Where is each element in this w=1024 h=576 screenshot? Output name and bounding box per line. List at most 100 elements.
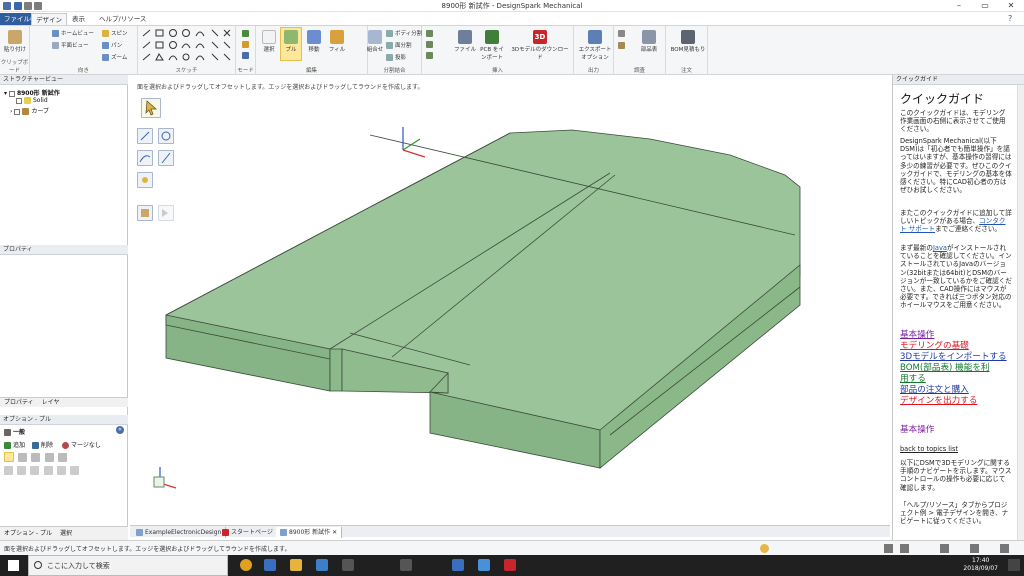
combine-button[interactable]: 組合せ	[364, 28, 386, 53]
plane-insert-icon[interactable]	[426, 30, 433, 37]
tab-selection[interactable]: 選択	[56, 530, 76, 537]
checkbox-icon[interactable]	[8, 90, 15, 97]
skip-tool[interactable]	[158, 205, 174, 221]
topic-link[interactable]: 基本操作	[900, 330, 934, 341]
pull-revolve-tool[interactable]	[158, 128, 174, 144]
plane-view-button[interactable]: 平面ビュー	[52, 41, 89, 49]
tab-design[interactable]: デザイン	[31, 13, 67, 25]
checkbox-icon[interactable]	[16, 97, 22, 104]
pull-option-icon[interactable]	[17, 466, 27, 475]
option-remove[interactable]: 削除	[32, 440, 53, 449]
parts-list-button[interactable]: 部品表	[638, 28, 660, 53]
close-icon[interactable]: ✕	[332, 529, 337, 536]
chrome-icon[interactable]	[240, 559, 252, 571]
folder-icon[interactable]	[290, 559, 302, 571]
close-button[interactable]: ✕	[998, 0, 1024, 12]
origin-insert-icon[interactable]	[426, 52, 433, 59]
pull-option-icon[interactable]	[44, 452, 54, 462]
home-view-button[interactable]: ホームビュー	[52, 29, 94, 37]
project-button[interactable]: 投影	[386, 53, 406, 61]
pull-option-icon[interactable]	[56, 466, 66, 475]
topic-link[interactable]: 3Dモデルをインポートする	[900, 352, 1007, 363]
select-mode-icon[interactable]	[900, 544, 909, 553]
split-face-button[interactable]: 面分割	[386, 41, 412, 49]
axis-insert-icon[interactable]	[426, 41, 433, 48]
doc-tab-current[interactable]: 8900形 新試作 ✕	[276, 527, 343, 538]
warning-icon[interactable]	[760, 544, 769, 553]
insert-file-button[interactable]: ファイル	[454, 28, 476, 53]
tab-options-pull[interactable]: オプション - プル	[0, 530, 56, 537]
pull-option-icon[interactable]	[4, 452, 14, 462]
section-mode-icon[interactable]	[242, 41, 249, 48]
topic-link[interactable]: 用する	[900, 374, 926, 385]
move-button[interactable]: 移動	[303, 28, 325, 53]
spin-button[interactable]: スピン	[102, 29, 128, 37]
designspark-icon[interactable]	[504, 559, 516, 571]
tab-help[interactable]: ヘルプ/リソース	[95, 13, 150, 25]
fill-button[interactable]: フィル	[326, 28, 348, 53]
pull-option-icon[interactable]	[57, 452, 67, 462]
collapse-icon[interactable]: «	[116, 426, 124, 434]
app-icon[interactable]	[452, 559, 464, 571]
tree-root[interactable]: ▾ 8900形 新試作	[4, 88, 60, 97]
taskbar-search[interactable]: ここに入力して検索	[28, 555, 228, 576]
checkbox-icon[interactable]	[14, 108, 21, 115]
topic-link[interactable]: モデリングの基礎	[900, 341, 969, 352]
complete-tool[interactable]	[137, 205, 153, 221]
pan-button[interactable]: パン	[102, 41, 122, 49]
snap-icon[interactable]	[940, 544, 949, 553]
3d-download-button[interactable]: 3D 3Dモデルのダウンロード	[510, 28, 570, 61]
pull-button[interactable]: プル	[280, 27, 302, 61]
windows-start-icon[interactable]	[8, 560, 19, 571]
tab-view[interactable]: 表示	[68, 13, 89, 25]
pull-option-icon[interactable]	[31, 452, 41, 462]
sketch-mode-icon[interactable]	[242, 30, 249, 37]
store-icon[interactable]	[316, 559, 328, 571]
pull-sweep-tool[interactable]	[137, 150, 153, 166]
help-icon[interactable]: ?	[1004, 13, 1016, 25]
tab-properties[interactable]: プロパティ	[0, 399, 38, 406]
pcb-import-button[interactable]: PCB をイ ンポート	[478, 28, 506, 61]
java-link[interactable]: Java	[933, 244, 947, 252]
view-icon[interactable]	[970, 544, 979, 553]
select-tool-button[interactable]	[141, 98, 161, 118]
pull-option-icon[interactable]	[70, 466, 80, 475]
topic-link[interactable]: デザインを出力する	[900, 396, 977, 407]
pull-option-icon[interactable]	[43, 466, 53, 475]
cursor-mode-icon[interactable]	[884, 544, 893, 553]
doc-tab-example[interactable]: ExampleElectronicDesign	[132, 527, 227, 538]
expand-icon[interactable]: ›	[10, 108, 12, 115]
model-notch-wall[interactable]	[329, 348, 343, 392]
notification-icon[interactable]	[1008, 559, 1020, 571]
pull-option-icon[interactable]	[30, 466, 40, 475]
option-no-merge[interactable]: マージなし	[62, 440, 101, 449]
pull-option-icon[interactable]	[18, 452, 28, 462]
tree-item-curves[interactable]: › カーブ	[10, 106, 49, 115]
split-body-button[interactable]: ボディ分割	[386, 29, 422, 37]
pull-blend-tool[interactable]	[137, 172, 153, 188]
export-options-button[interactable]: エクスポート オプション	[578, 28, 612, 61]
viewport[interactable]	[130, 75, 890, 525]
expand-icon[interactable]: ▾	[4, 90, 7, 97]
sketch-tools[interactable]	[138, 28, 236, 66]
pull-option-icon[interactable]	[4, 466, 13, 475]
app-icon[interactable]	[478, 559, 490, 571]
back-link[interactable]: back to topics list	[900, 445, 1012, 453]
app-icon[interactable]	[400, 559, 412, 571]
topic-link[interactable]: BOM(部品表) 機能を利	[900, 363, 990, 374]
select-button[interactable]: 選択	[258, 28, 280, 53]
zoom-button[interactable]: ズーム	[102, 53, 127, 61]
guide-scrollbar[interactable]	[1017, 85, 1024, 540]
tab-layers[interactable]: レイヤ	[38, 399, 64, 406]
doc-tab-start[interactable]: スタートページ	[218, 527, 278, 538]
pull-direction-tool[interactable]	[137, 128, 153, 144]
minimize-button[interactable]: –	[946, 0, 972, 12]
taskbar-clock[interactable]: 17:40 2018/09/07	[963, 557, 998, 573]
option-add[interactable]: 追加	[4, 440, 25, 449]
paste-button[interactable]: 貼り付け	[4, 28, 26, 53]
tree-item-solid[interactable]: Solid	[16, 97, 48, 104]
edge-icon[interactable]	[264, 559, 276, 571]
model-canvas[interactable]	[130, 75, 890, 525]
measure-icon[interactable]	[618, 30, 625, 37]
options-section[interactable]: 一般	[4, 427, 25, 436]
